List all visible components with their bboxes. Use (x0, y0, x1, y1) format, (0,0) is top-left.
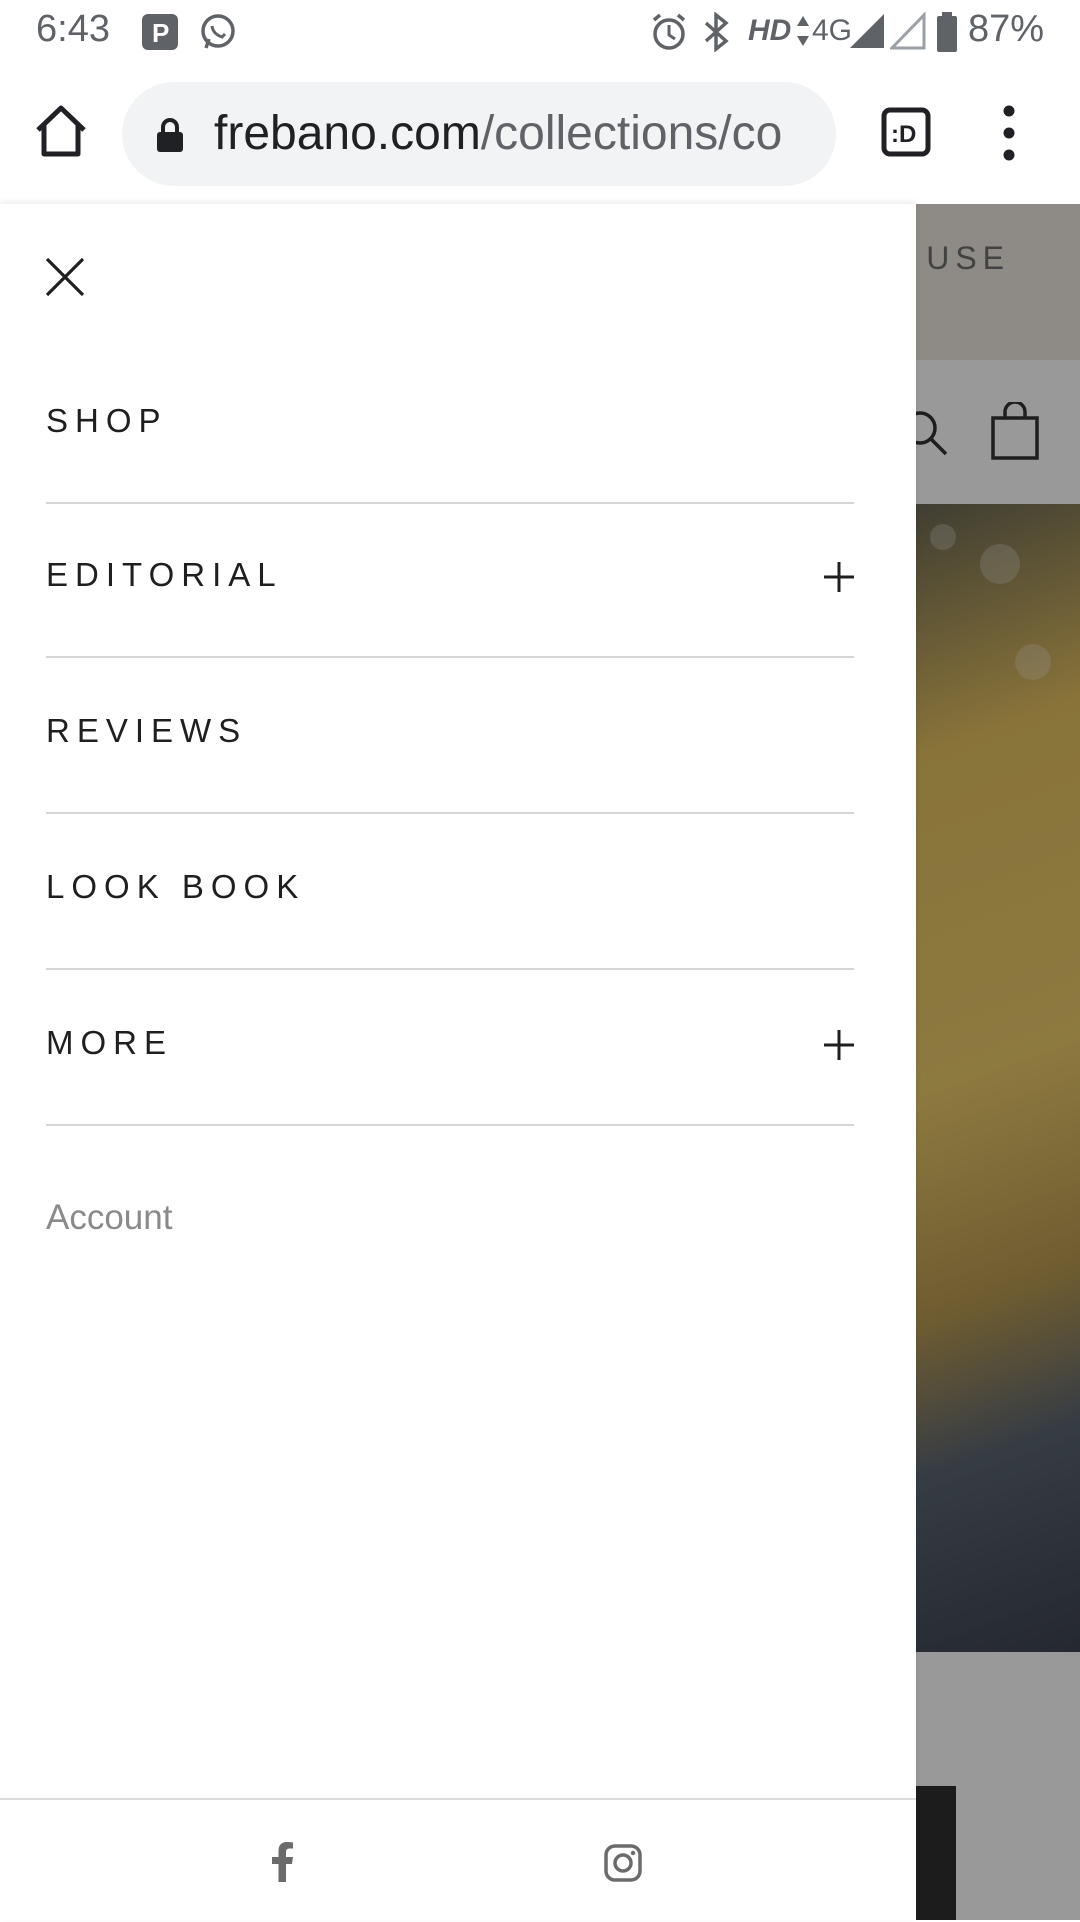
nav-item-label: SHOP (46, 402, 168, 439)
browser-menu-button[interactable] (986, 98, 1032, 168)
nav-item-label: LOOK BOOK (46, 868, 306, 905)
url-path: /collections/co (480, 107, 783, 160)
plus-icon[interactable] (824, 1030, 854, 1060)
navigation-drawer: SHOP EDITORIAL REVIEWS LOOK BOOK MORE Ac… (0, 204, 916, 1920)
nav-item-look-book[interactable]: LOOK BOOK (46, 814, 854, 970)
signal-empty-icon (888, 11, 926, 55)
nav-item-label: REVIEWS (46, 712, 248, 749)
data-arrows-icon (796, 14, 810, 53)
drawer-footer (0, 1798, 916, 1922)
tab-switcher-icon: :D (881, 107, 931, 157)
status-time: 6:43 (36, 8, 110, 50)
close-icon (45, 257, 85, 297)
signal-icon (850, 12, 886, 55)
home-icon (30, 105, 92, 166)
whatsapp-icon (198, 12, 238, 57)
parking-app-icon: P (140, 12, 180, 57)
bluetooth-icon (702, 11, 732, 57)
battery-icon (936, 12, 958, 57)
lock-icon (156, 118, 184, 157)
alarm-icon (650, 12, 688, 57)
tab-switcher-label: :D (891, 121, 916, 148)
tab-switcher-button[interactable]: :D (880, 106, 936, 158)
status-bar: 6:43 P HD 4G 87% (0, 0, 1080, 62)
instagram-icon[interactable] (604, 1844, 642, 1887)
account-link[interactable]: Account (46, 1198, 172, 1238)
network-type: 4G (812, 14, 853, 47)
nav-menu: EDITORIAL REVIEWS LOOK BOOK MORE (46, 502, 854, 1126)
svg-text:P: P (152, 18, 169, 48)
network-hd-label: HD (748, 14, 792, 47)
close-button[interactable] (44, 256, 86, 298)
url-text: frebano.com/collections/co (214, 106, 824, 162)
more-vert-icon (1003, 105, 1015, 161)
nav-item-shop[interactable]: SHOP (46, 348, 854, 504)
nav-item-label: EDITORIAL (46, 556, 283, 593)
browser-toolbar: frebano.com/collections/co :D (0, 62, 1080, 204)
nav-item-editorial[interactable]: EDITORIAL (46, 502, 854, 658)
nav-item-reviews[interactable]: REVIEWS (46, 658, 854, 814)
plus-icon[interactable] (824, 562, 854, 592)
address-bar[interactable]: frebano.com/collections/co (122, 82, 836, 186)
nav-item-more[interactable]: MORE (46, 970, 854, 1126)
battery-percent: 87% (967, 8, 1044, 50)
nav-item-label: MORE (46, 1024, 173, 1061)
home-button[interactable] (30, 100, 92, 162)
facebook-icon[interactable] (270, 1842, 294, 1887)
url-domain: frebano.com (214, 107, 481, 160)
